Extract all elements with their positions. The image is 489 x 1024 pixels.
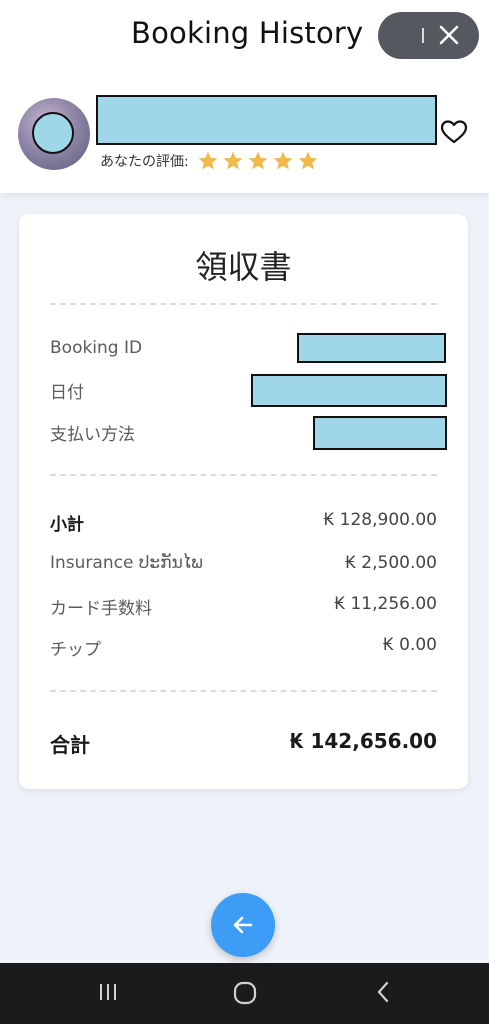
star-icon: [298, 151, 318, 170]
system-nav-bar: [0, 963, 489, 1024]
subtotal-value: ₭ 128,900.00: [323, 510, 437, 530]
subtotal-label: 小計: [50, 515, 84, 535]
back-button[interactable]: [211, 893, 275, 957]
date-label: 日付: [50, 383, 84, 403]
tip-value: ₭ 0.00: [382, 635, 437, 655]
avatar: [18, 98, 90, 170]
receipt-title: 領収書: [195, 248, 292, 286]
star-icon: [273, 151, 293, 170]
total-value: ₭ 142,656.00: [289, 729, 437, 753]
booking-id-redacted: [297, 333, 446, 363]
insurance-label: Insurance ປະກັນໄພ: [50, 553, 203, 573]
booking-id-label: Booking ID: [50, 338, 143, 358]
pill-divider: [422, 28, 424, 43]
payment-method-label: 支払い方法: [50, 425, 135, 445]
date-redacted: [251, 374, 447, 407]
divider: [50, 303, 437, 305]
recents-icon[interactable]: [96, 980, 120, 1004]
payment-method-redacted: [313, 416, 447, 450]
home-icon[interactable]: [232, 980, 258, 1006]
divider: [50, 474, 437, 476]
page-title: Booking History: [131, 16, 364, 50]
back-icon[interactable]: [372, 980, 396, 1004]
app-header: Booking History: [0, 0, 489, 70]
avatar-redaction: [32, 112, 74, 154]
total-label: 合計: [50, 733, 90, 757]
card-fee-label: カード手数料: [50, 599, 152, 619]
card-fee-value: ₭ 11,256.00: [334, 594, 437, 614]
heart-icon[interactable]: [440, 119, 468, 145]
rating-label: あなたの評価:: [100, 154, 189, 170]
tip-label: チップ: [50, 640, 101, 660]
driver-name-redacted: [96, 95, 437, 145]
insurance-value: ₭ 2,500.00: [345, 553, 437, 573]
receipt-card: 領収書 Booking ID 日付 支払い方法 小計 ₭ 128,900.00 …: [19, 214, 468, 789]
star-icon: [223, 151, 243, 170]
driver-card: あなたの評価:: [0, 70, 489, 193]
arrow-left-icon: [233, 916, 253, 934]
close-icon: [439, 25, 459, 45]
rating-row: あなたの評価:: [100, 149, 322, 173]
star-icon: [198, 151, 218, 170]
close-button[interactable]: [378, 12, 479, 59]
divider: [50, 690, 437, 692]
star-icon: [248, 151, 268, 170]
